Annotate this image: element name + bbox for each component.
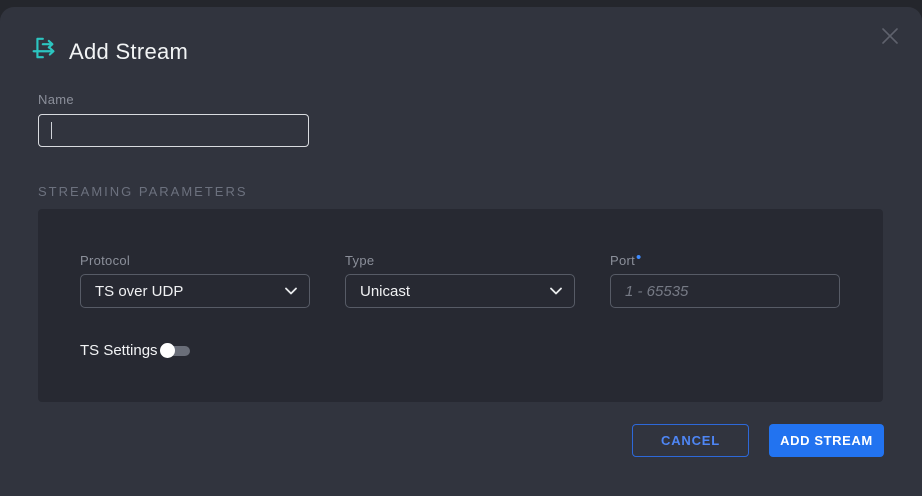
port-input[interactable] bbox=[625, 275, 827, 307]
protocol-select[interactable]: TS over UDP bbox=[80, 274, 310, 308]
required-marker: • bbox=[636, 249, 642, 266]
close-button[interactable] bbox=[876, 22, 904, 50]
type-select[interactable]: Unicast bbox=[345, 274, 575, 308]
chevron-down-icon bbox=[550, 287, 562, 295]
name-label: Name bbox=[38, 92, 74, 107]
type-label: Type bbox=[345, 253, 374, 268]
add-stream-button[interactable]: ADD STREAM bbox=[769, 424, 884, 457]
port-field-wrapper bbox=[610, 274, 840, 308]
ts-settings-toggle[interactable] bbox=[160, 343, 190, 358]
name-input[interactable] bbox=[38, 114, 309, 147]
close-icon bbox=[879, 25, 901, 47]
section-header-streaming-parameters: STREAMING PARAMETERS bbox=[38, 184, 248, 199]
add-stream-dialog: Add Stream Name STREAMING PARAMETERS Pro… bbox=[0, 7, 922, 496]
protocol-selected-value: TS over UDP bbox=[95, 283, 183, 300]
dialog-title: Add Stream bbox=[69, 39, 188, 65]
text-caret bbox=[51, 122, 52, 139]
ts-settings-label: TS Settings bbox=[80, 342, 158, 359]
type-selected-value: Unicast bbox=[360, 283, 410, 300]
stream-export-icon bbox=[32, 35, 58, 61]
cancel-button[interactable]: CANCEL bbox=[632, 424, 749, 457]
port-label: Port• bbox=[610, 253, 642, 268]
protocol-label: Protocol bbox=[80, 253, 130, 268]
chevron-down-icon bbox=[285, 287, 297, 295]
toggle-knob bbox=[160, 343, 175, 358]
streaming-parameters-panel: Protocol Type Port• TS over UDP Unicast … bbox=[38, 209, 883, 402]
